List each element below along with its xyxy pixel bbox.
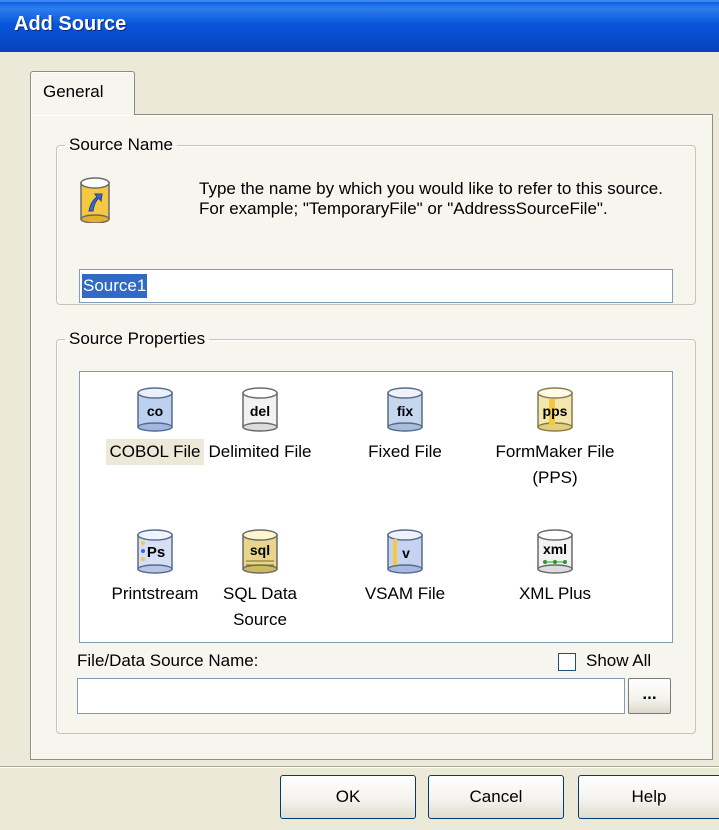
svg-text:pps: pps bbox=[543, 403, 568, 419]
list-item-label: VSAM File bbox=[364, 584, 446, 603]
svg-text:v: v bbox=[402, 545, 410, 561]
tab-general-label: General bbox=[43, 82, 104, 101]
svg-text:xml: xml bbox=[543, 541, 567, 557]
list-item-label: FormMaker File (PPS) bbox=[495, 442, 615, 487]
file-data-source-label: File/Data Source Name: bbox=[77, 651, 259, 670]
show-all-checkbox[interactable] bbox=[558, 653, 576, 671]
list-item-fixed-file[interactable]: fix Fixed File bbox=[340, 387, 470, 465]
sql-data-source-icon: sql bbox=[242, 529, 278, 574]
title-bar: Add Source bbox=[0, 0, 719, 52]
cancel-button[interactable]: Cancel bbox=[428, 775, 564, 819]
svg-text:sql: sql bbox=[250, 542, 270, 558]
source-type-list[interactable]: co COBOL File del Delimited File fix Fix… bbox=[79, 371, 673, 643]
printstream-icon: Ps bbox=[137, 529, 173, 574]
window-title: Add Source bbox=[14, 13, 127, 35]
list-item-vsam-file[interactable]: v VSAM File bbox=[340, 529, 470, 607]
cobol-file-icon: co bbox=[137, 387, 173, 432]
list-item-label: Delimited File bbox=[208, 442, 312, 461]
svg-text:fix: fix bbox=[397, 403, 414, 419]
delimited-file-icon: del bbox=[242, 387, 278, 432]
list-item-label: Fixed File bbox=[368, 442, 442, 461]
source-database-icon bbox=[80, 177, 110, 223]
list-item-label: XML Plus bbox=[518, 584, 592, 603]
tab-panel-general: Source Name Type the name by which you w… bbox=[30, 114, 713, 760]
footer-separator-highlight bbox=[0, 767, 719, 768]
show-all-label[interactable]: Show All bbox=[586, 651, 651, 671]
list-item-label: SQL Data Source bbox=[222, 584, 298, 629]
list-item-delimited-file[interactable]: del Delimited File bbox=[190, 387, 330, 465]
browse-button[interactable]: ... bbox=[628, 678, 671, 714]
list-item-xml-plus[interactable]: xml XML Plus bbox=[480, 529, 630, 607]
source-name-input-value: Source1 bbox=[82, 274, 148, 298]
source-name-group: Source Name Type the name by which you w… bbox=[56, 135, 696, 305]
list-item-label: COBOL File bbox=[106, 439, 204, 465]
source-name-legend: Source Name bbox=[69, 135, 173, 154]
xml-plus-icon: xml bbox=[537, 529, 573, 574]
formmaker-file-icon: pps bbox=[537, 387, 573, 432]
list-item-sql-data-source[interactable]: sql SQL Data Source bbox=[195, 529, 325, 633]
svg-text:Ps: Ps bbox=[147, 544, 165, 561]
ok-button[interactable]: OK bbox=[280, 775, 416, 819]
list-item-formmaker-file[interactable]: pps FormMaker File (PPS) bbox=[480, 387, 630, 491]
source-name-description: Type the name by which you would like to… bbox=[199, 179, 663, 218]
source-properties-legend: Source Properties bbox=[69, 329, 206, 348]
svg-text:del: del bbox=[250, 403, 270, 419]
vsam-file-icon: v bbox=[387, 529, 423, 574]
source-name-input[interactable]: Source1 bbox=[79, 269, 673, 303]
help-button[interactable]: Help bbox=[578, 775, 719, 819]
svg-text:co: co bbox=[147, 403, 163, 419]
tab-general[interactable]: General bbox=[30, 71, 135, 115]
fixed-file-icon: fix bbox=[387, 387, 423, 432]
file-data-source-input[interactable] bbox=[77, 678, 625, 714]
list-item-label: Printstream bbox=[111, 584, 199, 603]
source-properties-group: Source Properties co COBOL File del Deli… bbox=[56, 329, 696, 734]
